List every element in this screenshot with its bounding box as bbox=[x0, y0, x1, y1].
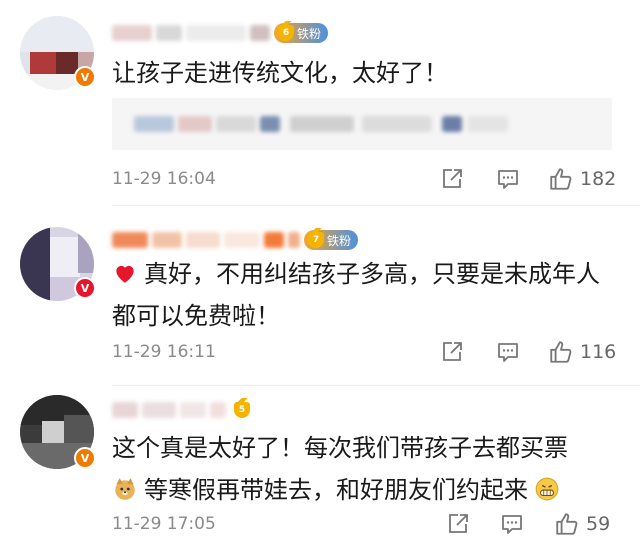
doge-emoji bbox=[115, 478, 135, 500]
grin-emoji bbox=[535, 477, 559, 501]
like-count: 182 bbox=[580, 168, 617, 190]
share-button[interactable] bbox=[440, 339, 464, 365]
comment-text-content: 等寒假再带娃去，和好朋友们约起来 bbox=[144, 476, 528, 504]
share-button[interactable] bbox=[440, 166, 464, 192]
comment-item: V 5 这个真是太好了！每次我们带孩子去都买票 等寒假再带娃去，和好朋友们约起来… bbox=[0, 385, 640, 548]
fan-badge-label: 铁粉 bbox=[327, 233, 352, 248]
like-button[interactable]: 182 bbox=[548, 166, 616, 192]
timestamp: 11-29 16:04 bbox=[112, 169, 216, 189]
thumbs-up-icon bbox=[550, 168, 572, 190]
reply-button[interactable] bbox=[500, 511, 524, 537]
comment-icon bbox=[502, 515, 522, 534]
comment-text-line: 等寒假再带娃去，和好朋友们约起来 bbox=[112, 469, 612, 511]
fan-badge: 7 铁粉 bbox=[304, 228, 359, 250]
timestamp: 11-29 16:11 bbox=[112, 342, 216, 362]
reply-button[interactable] bbox=[496, 339, 520, 365]
comment-icon bbox=[498, 170, 518, 189]
like-count: 116 bbox=[580, 341, 617, 363]
username[interactable]: 6 铁粉 bbox=[112, 21, 329, 44]
crown-icon: 5 bbox=[234, 398, 250, 418]
comment-text: 让孩子走进传统文化，太好了！ bbox=[112, 52, 612, 94]
comment-text: 这个真是太好了！每次我们带孩子去都买票 等寒假再带娃去，和好朋友们约起来 bbox=[112, 427, 612, 511]
fan-badge: 6 铁粉 bbox=[274, 21, 329, 43]
reply-button[interactable] bbox=[496, 166, 520, 192]
share-button[interactable] bbox=[446, 511, 470, 537]
comment-text-content: 真好，不用纠结孩子多高，只要是未成年人都可以免费啦！ bbox=[112, 260, 600, 330]
comment-meta: 11-29 16:11 116 bbox=[112, 339, 624, 365]
like-button[interactable]: 59 bbox=[554, 511, 610, 537]
comment-item: V 7 铁粉 真好，不用纠结孩子多高，只要是未成年人都可以免费啦！ 11-29 … bbox=[0, 205, 640, 385]
like-button[interactable]: 116 bbox=[548, 339, 616, 365]
comment-meta: 11-29 16:04 182 bbox=[112, 166, 624, 192]
comment-item: V 6 铁粉 让孩子走进传统文化，太好了！ 11-29 16:04 182 bbox=[0, 0, 640, 205]
comment-icon bbox=[498, 343, 518, 362]
share-icon bbox=[443, 342, 462, 361]
username[interactable]: 7 铁粉 bbox=[112, 228, 359, 251]
thumbs-up-icon bbox=[556, 513, 578, 535]
username[interactable]: 5 bbox=[112, 398, 250, 421]
comment-text-content: 让孩子走进传统文化，太好了！ bbox=[112, 59, 448, 87]
red-heart-emoji bbox=[116, 265, 134, 283]
comment-meta: 11-29 17:05 59 bbox=[112, 511, 624, 537]
fan-badge-label: 铁粉 bbox=[297, 26, 322, 41]
share-icon bbox=[449, 514, 468, 533]
crown-icon: 6 bbox=[278, 21, 294, 41]
verified-badge-icon: V bbox=[74, 66, 96, 88]
thumbs-up-icon bbox=[550, 341, 572, 363]
crown-icon: 7 bbox=[308, 228, 324, 248]
like-count: 59 bbox=[586, 513, 611, 535]
verified-badge-icon: V bbox=[74, 447, 96, 469]
verified-badge-icon: V bbox=[74, 277, 96, 299]
timestamp: 11-29 17:05 bbox=[112, 514, 216, 534]
share-icon bbox=[443, 169, 462, 188]
comment-text: 真好，不用纠结孩子多高，只要是未成年人都可以免费啦！ bbox=[112, 253, 612, 337]
comment-text-line: 这个真是太好了！每次我们带孩子去都买票 bbox=[112, 434, 568, 462]
quoted-reply-preview[interactable] bbox=[112, 98, 612, 150]
